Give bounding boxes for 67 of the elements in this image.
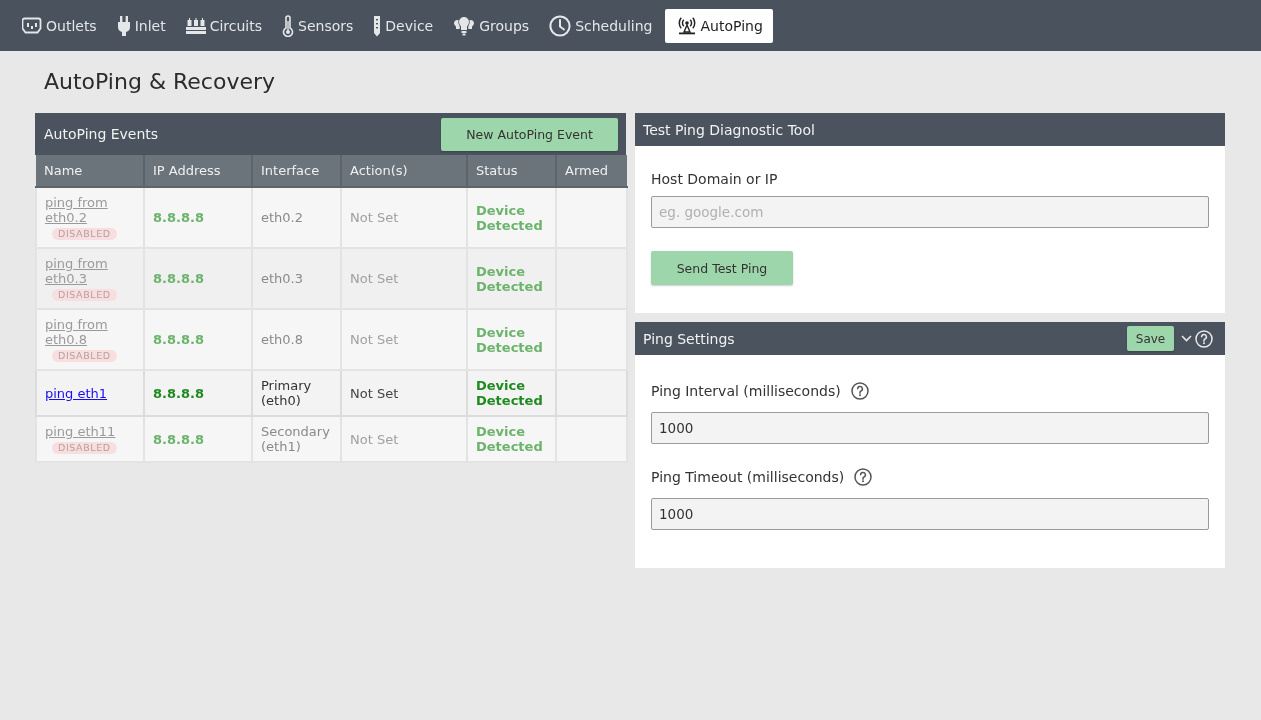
column-header: IP Address — [144, 155, 252, 187]
table-cell: eth0.3 — [252, 248, 341, 309]
table-cell: 8.8.8.8 — [144, 370, 252, 416]
table-cell — [556, 187, 627, 248]
table-cell: eth0.2 — [252, 187, 341, 248]
nav-tab[interactable]: Inlet — [108, 8, 174, 43]
chevron-icon[interactable] — [1181, 335, 1192, 342]
table-cell — [556, 309, 627, 370]
table-cell — [556, 416, 627, 462]
event-link[interactable]: ping eth1 — [45, 385, 108, 401]
field-label: Ping Timeout (milliseconds) — [651, 468, 845, 486]
column-header: Status — [467, 155, 556, 187]
table-cell: Not Set — [341, 416, 467, 462]
nav-tab[interactable]: Circuits — [177, 8, 271, 43]
column-header: Action(s) — [341, 155, 467, 187]
status-badge: DISABLED — [52, 442, 117, 454]
table-cell: Device Detected — [467, 370, 556, 416]
number-input[interactable]: 1000 — [651, 412, 1209, 444]
nav-tab[interactable]: Groups — [445, 8, 538, 43]
table-cell: Not Set — [341, 248, 467, 309]
panel-title: Ping Settings — [643, 330, 736, 347]
field-label: Host Domain or IP — [651, 170, 778, 188]
column-header: Armed — [556, 155, 627, 187]
status-badge: DISABLED — [52, 289, 117, 301]
table-cell: Secondary (eth1) — [252, 416, 341, 462]
thermometer-icon — [282, 14, 295, 37]
column-header: Interface — [252, 155, 341, 187]
table-cell: Not Set — [341, 370, 467, 416]
circuit-breakers-icon — [185, 17, 206, 34]
table-cell: Not Set — [341, 187, 467, 248]
table-cell: Not Set — [341, 309, 467, 370]
power-strip-icon — [373, 14, 382, 37]
new-event-button[interactable]: New AutoPing Event — [441, 117, 618, 151]
table-cell: Device Detected — [467, 248, 556, 309]
table-cell: Device Detected — [467, 309, 556, 370]
panel-title: Test Ping Diagnostic Tool — [643, 121, 816, 138]
nav-tab[interactable]: Scheduling — [541, 8, 661, 43]
nav-tab[interactable]: Outlets — [14, 8, 105, 43]
clock-icon — [549, 14, 572, 37]
panel-title: AutoPing Events — [44, 126, 159, 142]
help-icon[interactable] — [850, 382, 869, 400]
table-cell: eth0.8 — [252, 309, 341, 370]
table-cell: 8.8.8.8 — [144, 248, 252, 309]
table-cell: 8.8.8.8 — [144, 309, 252, 370]
page-title: AutoPing & Recovery — [44, 68, 276, 96]
table-cell: Device Detected — [467, 187, 556, 248]
table-cell: 8.8.8.8 — [144, 416, 252, 462]
save-button[interactable]: Save — [1127, 326, 1174, 351]
column-header: Name — [36, 155, 144, 187]
lightbulbs-icon — [453, 15, 476, 36]
table-cell — [556, 370, 627, 416]
host-input[interactable]: eg. google.com — [651, 196, 1209, 228]
nav-tab[interactable]: Sensors — [274, 8, 362, 43]
send-test-ping-button[interactable]: Send Test Ping — [651, 251, 793, 285]
nav-tab[interactable]: AutoPing — [664, 8, 773, 43]
antenna-icon — [676, 16, 697, 35]
table-cell: Device Detected — [467, 416, 556, 462]
status-badge: DISABLED — [52, 350, 117, 362]
number-input[interactable]: 1000 — [651, 498, 1209, 530]
table-cell: Primary (eth0) — [252, 370, 341, 416]
nav-tab[interactable]: Device — [365, 8, 442, 43]
field-label: Ping Interval (milliseconds) — [651, 382, 841, 400]
plug-icon — [116, 15, 131, 36]
help-icon[interactable] — [854, 468, 873, 486]
status-badge: DISABLED — [52, 228, 117, 240]
table-cell: 8.8.8.8 — [144, 187, 252, 248]
outlet-icon — [22, 17, 42, 34]
